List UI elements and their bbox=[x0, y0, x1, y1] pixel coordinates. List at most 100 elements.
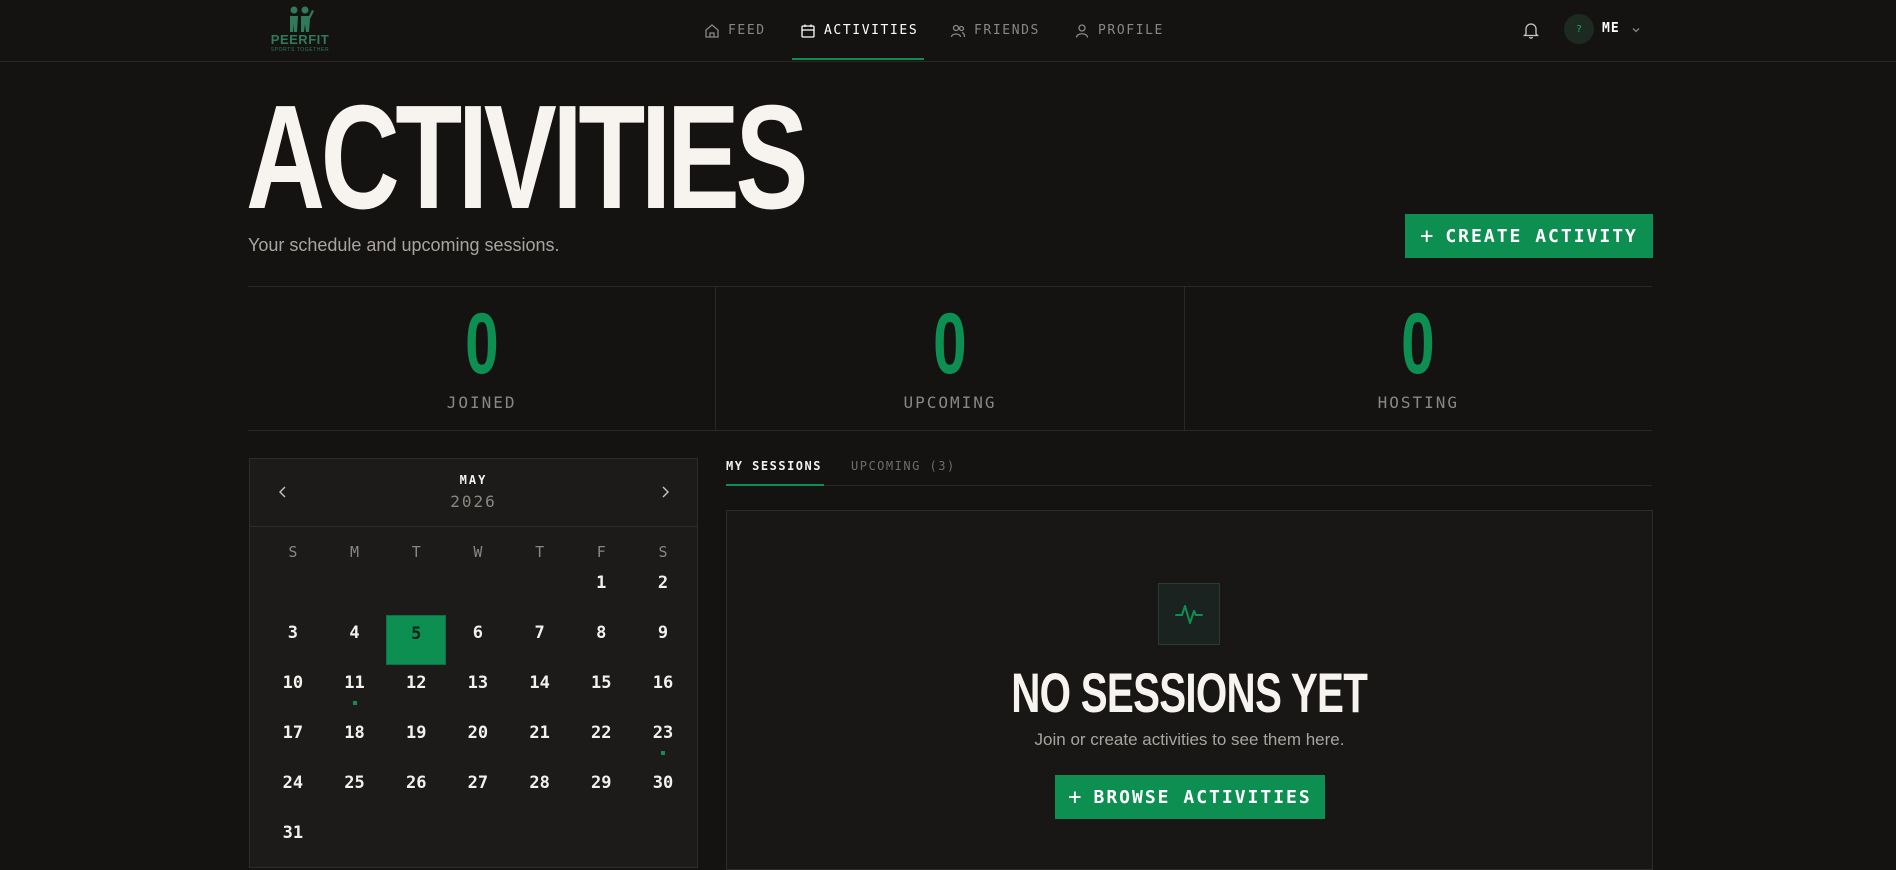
browse-activities-label: BROWSE ACTIVITIES bbox=[1093, 786, 1312, 808]
stat-upcoming: 0 UPCOMING bbox=[716, 287, 1185, 430]
browse-activities-button[interactable]: + BROWSE ACTIVITIES bbox=[1055, 775, 1325, 819]
calendar-empty-cell bbox=[509, 565, 571, 615]
calendar-day[interactable]: 5 bbox=[386, 615, 447, 665]
calendar: MAY 2026 S M T W T F S 1 2 3 4 5 6 7 8 9 10 11 12 13 14 15 16 1… bbox=[249, 458, 698, 868]
page-title: ACTIVITIES bbox=[246, 75, 808, 240]
calendar-day[interactable]: 20 bbox=[447, 715, 509, 765]
stat-label: JOINED bbox=[446, 393, 517, 412]
nav-friends-label: FRIENDS bbox=[974, 23, 1040, 38]
user-icon bbox=[1075, 23, 1089, 38]
calendar-day[interactable]: 10 bbox=[262, 665, 324, 715]
top-navbar: PEERFIT SPORTS TOGETHER FEED ACTIVITIES … bbox=[0, 0, 1896, 62]
stat-value: 0 bbox=[248, 299, 715, 389]
plus-icon: + bbox=[1068, 784, 1084, 810]
stat-hosting-value: 0 bbox=[1401, 296, 1436, 392]
calendar-day[interactable]: 28 bbox=[509, 765, 571, 815]
bell-icon[interactable] bbox=[1522, 21, 1540, 39]
nav-profile-label: PROFILE bbox=[1098, 23, 1164, 38]
home-icon bbox=[705, 23, 719, 38]
weekday-header: T bbox=[535, 543, 545, 561]
calendar-day[interactable]: 22 bbox=[570, 715, 632, 765]
sessions-empty-state: NO SESSIONS YET Join or create activitie… bbox=[726, 510, 1653, 870]
calendar-day[interactable]: 25 bbox=[324, 765, 386, 815]
calendar-day[interactable]: 2 bbox=[632, 565, 694, 615]
nav-profile[interactable]: PROFILE bbox=[1074, 0, 1164, 61]
calendar-month: MAY bbox=[459, 473, 488, 487]
calendar-empty-cell bbox=[447, 565, 509, 615]
stat-value: 0 bbox=[1185, 299, 1652, 389]
stats-row: 0 JOINED 0 UPCOMING 0 HOSTING bbox=[248, 286, 1652, 431]
calendar-empty-cell bbox=[447, 815, 509, 865]
calendar-day[interactable]: 9 bbox=[632, 615, 694, 665]
calendar-day[interactable]: 30 bbox=[632, 765, 694, 815]
stat-joined-value: 0 bbox=[464, 296, 499, 392]
calendar-day[interactable]: 15 bbox=[570, 665, 632, 715]
calendar-empty-cell bbox=[324, 565, 386, 615]
activity-dot bbox=[352, 701, 357, 705]
stat-hosting: 0 HOSTING bbox=[1185, 287, 1652, 430]
calendar-day[interactable]: 1 bbox=[570, 565, 632, 615]
users-icon bbox=[950, 24, 966, 37]
chevron-right-icon[interactable] bbox=[656, 483, 674, 501]
nav-friends[interactable]: FRIENDS bbox=[950, 0, 1040, 61]
calendar-day[interactable]: 26 bbox=[385, 765, 447, 815]
calendar-day[interactable]: 6 bbox=[447, 615, 509, 665]
calendar-grid: S M T W T F S 1 2 3 4 5 6 7 8 9 10 11 12 13 14 15 16 17 18 19 20 21… bbox=[262, 543, 686, 865]
nav-activities[interactable]: ACTIVITIES bbox=[800, 0, 918, 61]
empty-title-text: NO SESSIONS YET bbox=[1011, 661, 1369, 724]
avatar[interactable]: ? bbox=[1564, 14, 1594, 44]
people-logo-icon bbox=[290, 6, 314, 32]
stat-value: 0 bbox=[716, 299, 1183, 389]
calendar-day[interactable]: 13 bbox=[447, 665, 509, 715]
nav-feed[interactable]: FEED bbox=[704, 0, 766, 61]
create-activity-label: CREATE ACTIVITY bbox=[1445, 225, 1638, 247]
calendar-day[interactable]: 14 bbox=[509, 665, 571, 715]
activity-dot bbox=[660, 751, 665, 755]
calendar-day[interactable]: 3 bbox=[262, 615, 324, 665]
tab-my-sessions[interactable]: MY SESSIONS bbox=[726, 459, 822, 473]
calendar-day[interactable]: 19 bbox=[385, 715, 447, 765]
calendar-empty-cell bbox=[570, 815, 632, 865]
calendar-day[interactable]: 27 bbox=[447, 765, 509, 815]
calendar-day[interactable]: 24 bbox=[262, 765, 324, 815]
calendar-empty-cell bbox=[385, 815, 447, 865]
tab-upcoming[interactable]: UPCOMING (3) bbox=[851, 459, 956, 473]
calendar-day[interactable]: 7 bbox=[509, 615, 571, 665]
calendar-day[interactable]: 4 bbox=[324, 615, 386, 665]
weekday-header: T bbox=[411, 543, 421, 561]
calendar-empty-cell bbox=[262, 565, 324, 615]
calendar-day[interactable]: 18 bbox=[324, 715, 386, 765]
user-menu-label[interactable]: ME bbox=[1602, 21, 1620, 36]
calendar-day[interactable]: 21 bbox=[509, 715, 571, 765]
nav-feed-label: FEED bbox=[728, 23, 766, 38]
calendar-day[interactable]: 23 bbox=[632, 715, 694, 765]
calendar-day[interactable]: 11 bbox=[324, 665, 386, 715]
active-nav-indicator bbox=[792, 58, 924, 60]
logo-wordmark: PEERFIT bbox=[270, 32, 330, 47]
calendar-empty-cell bbox=[632, 815, 694, 865]
weekday-header: M bbox=[350, 543, 360, 561]
calendar-year: 2026 bbox=[450, 492, 497, 511]
calendar-day[interactable]: 29 bbox=[570, 765, 632, 815]
peerfit-logo[interactable]: PEERFIT SPORTS TOGETHER bbox=[268, 4, 332, 54]
stat-upcoming-value: 0 bbox=[933, 296, 967, 392]
logo-tagline: SPORTS TOGETHER bbox=[270, 47, 330, 53]
page-subtitle: Your schedule and upcoming sessions. bbox=[248, 235, 560, 255]
calendar-icon bbox=[801, 24, 815, 38]
activity-pulse-icon bbox=[1158, 583, 1220, 645]
calendar-day[interactable]: 12 bbox=[385, 665, 447, 715]
chevron-down-icon[interactable] bbox=[1630, 24, 1642, 36]
calendar-day[interactable]: 16 bbox=[632, 665, 694, 715]
calendar-day[interactable]: 31 bbox=[262, 815, 324, 865]
weekday-header: S bbox=[288, 543, 298, 561]
tabs-divider bbox=[726, 485, 1652, 486]
stat-label: HOSTING bbox=[1377, 393, 1460, 412]
stat-joined: 0 JOINED bbox=[248, 287, 717, 430]
empty-subtitle: Join or create activities to see them he… bbox=[1034, 730, 1345, 749]
empty-title: NO SESSIONS YET bbox=[727, 661, 1652, 725]
calendar-empty-cell bbox=[509, 815, 571, 865]
calendar-day[interactable]: 17 bbox=[262, 715, 324, 765]
calendar-day[interactable]: 8 bbox=[570, 615, 632, 665]
active-tab-indicator bbox=[726, 484, 824, 486]
create-activity-button[interactable]: + CREATE ACTIVITY bbox=[1405, 214, 1653, 258]
